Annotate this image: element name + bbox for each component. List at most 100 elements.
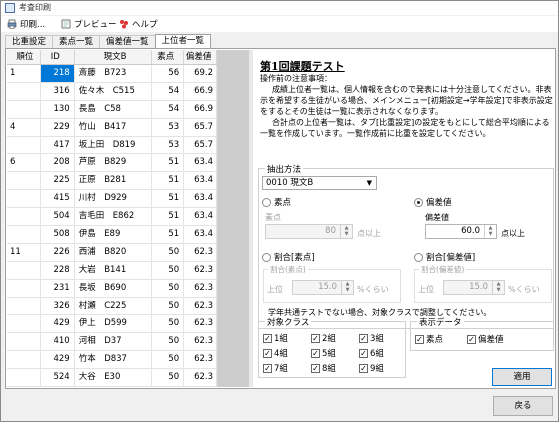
deviation-cell: 62.3	[184, 243, 217, 261]
ratio-dev-group: 割合(偏差値) 上位 15.0 ▲ ▼ %くらい	[414, 264, 552, 303]
checkbox-class[interactable]: ✓ 8組	[311, 362, 336, 374]
raw-score-cell: 54	[152, 82, 185, 100]
target-class-group: 対象クラス ✓ 1組 ✓ 2組 ✓ 3組 ✓ 4組 ✓ 5組 ✓ 6組 ✓ 7組 ✓ 8組 ✓ 9組	[258, 316, 406, 378]
raw-score-cell: 50	[152, 297, 185, 315]
print-label: 印刷...	[20, 20, 46, 30]
tab-top-ranker-list[interactable]: 上位者一覧	[154, 34, 212, 49]
table-row[interactable]: 231 長坂 B690 50 62.3	[7, 279, 217, 298]
rank-cell	[7, 261, 41, 279]
table-row[interactable]: 429 伊上 D599 50 62.3	[7, 315, 217, 334]
settings-panel: 第1回課題テスト 操作前の注意事項： 成績上位者一覧は、個人情報を含むので発表に…	[258, 49, 556, 389]
rank-cell	[7, 315, 41, 333]
table-row[interactable]: 524 大谷 E30 50 62.3	[7, 369, 217, 387]
checkbox-raw-score[interactable]: ✓ 素点	[415, 333, 443, 345]
checkbox-class[interactable]: ✓ 7組	[263, 362, 288, 374]
note-paragraph: 成績上位者一覧は、個人情報を含むので発表には十分注意してください。非表示を希望す…	[260, 85, 553, 116]
deviation-cell: 62.3	[184, 279, 217, 297]
checkbox-class[interactable]: ✓ 5組	[311, 347, 336, 359]
print-button[interactable]: 印刷...	[7, 17, 45, 31]
header-subject: 現文B	[75, 50, 153, 64]
name-cell: 竹本 D837	[75, 351, 153, 369]
table-row[interactable]: 11 226 西浦 B820 50 62.3	[7, 243, 217, 262]
subject-select[interactable]: 0010 現文B ▼	[262, 176, 377, 190]
back-button[interactable]: 戻る	[493, 396, 553, 416]
checkmark-icon: ✓	[359, 363, 368, 373]
table-row[interactable]: 4 229 竹山 B417 53 65.7	[7, 118, 217, 137]
name-cell: 芦原 B829	[75, 154, 153, 172]
name-cell: 正原 B281	[75, 172, 153, 190]
tab-content: 順位 ID 現文B 素点 偏差値 1 218 斎藤 B723 56 69.2 316 佐々木…	[5, 48, 556, 389]
table-row[interactable]: 508 伊島 E89 51 63.4	[7, 226, 217, 244]
table-row[interactable]: 410 河相 D37 50 62.3	[7, 333, 217, 352]
help-button[interactable]: ヘルプ	[119, 17, 158, 31]
table-row[interactable]: 6 208 芦原 B829 51 63.4	[7, 154, 217, 173]
ratio-raw-input[interactable]: 15.0 ▲ ▼	[292, 280, 354, 295]
radio-circle	[262, 197, 271, 207]
radio-deviation[interactable]: 偏差値	[414, 196, 452, 208]
id-cell: 326	[41, 297, 75, 315]
checkmark-icon: ✓	[415, 334, 424, 344]
table-row[interactable]: 326 村瀬 C225 50 62.3	[7, 297, 217, 316]
tab-weight-settings[interactable]: 比重設定	[5, 35, 54, 48]
header-raw-score: 素点	[152, 50, 185, 64]
table-row[interactable]: 316 佐々木 C515 54 66.9	[7, 82, 217, 101]
radio-raw-score[interactable]: 素点	[262, 196, 291, 208]
rank-cell	[7, 190, 41, 208]
checkmark-icon: ✓	[263, 333, 272, 343]
rank-cell: 1	[7, 65, 41, 82]
id-cell: 417	[41, 136, 75, 154]
header-rank: 順位	[7, 50, 41, 64]
checkmark-icon: ✓	[311, 333, 320, 343]
window-title: 考査印刷	[19, 3, 51, 12]
table-row[interactable]: 429 竹本 D837 50 62.3	[7, 351, 217, 370]
ratio-dev-input[interactable]: 15.0 ▲ ▼	[443, 280, 505, 295]
spinner-icon[interactable]: ▲ ▼	[492, 281, 504, 294]
deviation-cell: 65.7	[184, 136, 217, 154]
id-cell: 504	[41, 208, 75, 226]
vertical-scrollbar[interactable]	[249, 50, 253, 387]
radio-ratio-raw[interactable]: 割合[素点]	[262, 251, 315, 263]
radio-ratio-deviation[interactable]: 割合[偏差値]	[414, 251, 475, 263]
checkbox-deviation[interactable]: ✓ 偏差値	[467, 333, 504, 345]
checkbox-class[interactable]: ✓ 2組	[311, 332, 336, 344]
raw-score-input[interactable]: 80 ▲ ▼	[265, 224, 353, 239]
raw-score-cell: 51	[152, 172, 185, 190]
deviation-input[interactable]: 60.0 ▲ ▼	[425, 224, 497, 239]
table-row[interactable]: 130 長島 C58 54 66.9	[7, 100, 217, 119]
radio-ratio-dev-label: 割合[偏差値]	[426, 253, 476, 263]
table-row[interactable]: 225 正原 B281 51 63.4	[7, 172, 217, 191]
spinner-icon[interactable]: ▲ ▼	[340, 225, 352, 238]
checkbox-class[interactable]: ✓ 9組	[359, 362, 384, 374]
id-cell: 130	[41, 100, 75, 118]
checkbox-class[interactable]: ✓ 6組	[359, 347, 384, 359]
raw-score-cell: 50	[152, 243, 185, 261]
apply-button[interactable]: 適用	[492, 368, 552, 386]
spinner-icon[interactable]: ▲ ▼	[341, 281, 353, 294]
checkbox-label: 素点	[426, 335, 444, 345]
preview-button[interactable]: プレビュー	[61, 17, 117, 31]
rank-cell	[7, 172, 41, 190]
table-row[interactable]: 1 218 斎藤 B723 56 69.2	[7, 65, 217, 83]
notes-title: 操作前の注意事項：	[260, 74, 332, 83]
spinner-icon[interactable]: ▲ ▼	[484, 225, 496, 238]
checkbox-class[interactable]: ✓ 3組	[359, 332, 384, 344]
tab-raw-score-list[interactable]: 素点一覧	[52, 35, 101, 48]
tab-deviation-list[interactable]: 偏差値一覧	[99, 35, 156, 48]
checkmark-icon: ✓	[263, 348, 272, 358]
checkbox-class[interactable]: ✓ 4組	[263, 347, 288, 359]
table-row[interactable]: 504 吉毛田 E862 51 63.4	[7, 208, 217, 227]
id-cell: 508	[41, 226, 75, 243]
table-row[interactable]: 415 川村 D929 51 63.4	[7, 190, 217, 209]
id-cell: 218	[40, 65, 75, 82]
ranking-table[interactable]: 順位 ID 現文B 素点 偏差値 1 218 斎藤 B723 56 69.2 316 佐々木…	[7, 50, 218, 387]
table-row[interactable]: 228 大岩 B141 50 62.3	[7, 261, 217, 280]
printer-icon	[7, 19, 17, 29]
checkmark-icon: ✓	[311, 348, 320, 358]
raw-score-cell: 53	[152, 118, 185, 136]
id-cell: 228	[41, 261, 75, 279]
id-cell: 225	[41, 172, 75, 190]
table-row[interactable]: 417 坂上田 D819 53 65.7	[7, 136, 217, 155]
checkbox-class[interactable]: ✓ 1組	[263, 332, 288, 344]
deviation-cell: 66.9	[184, 82, 217, 100]
ratio-raw-value: 15.0	[318, 282, 337, 292]
